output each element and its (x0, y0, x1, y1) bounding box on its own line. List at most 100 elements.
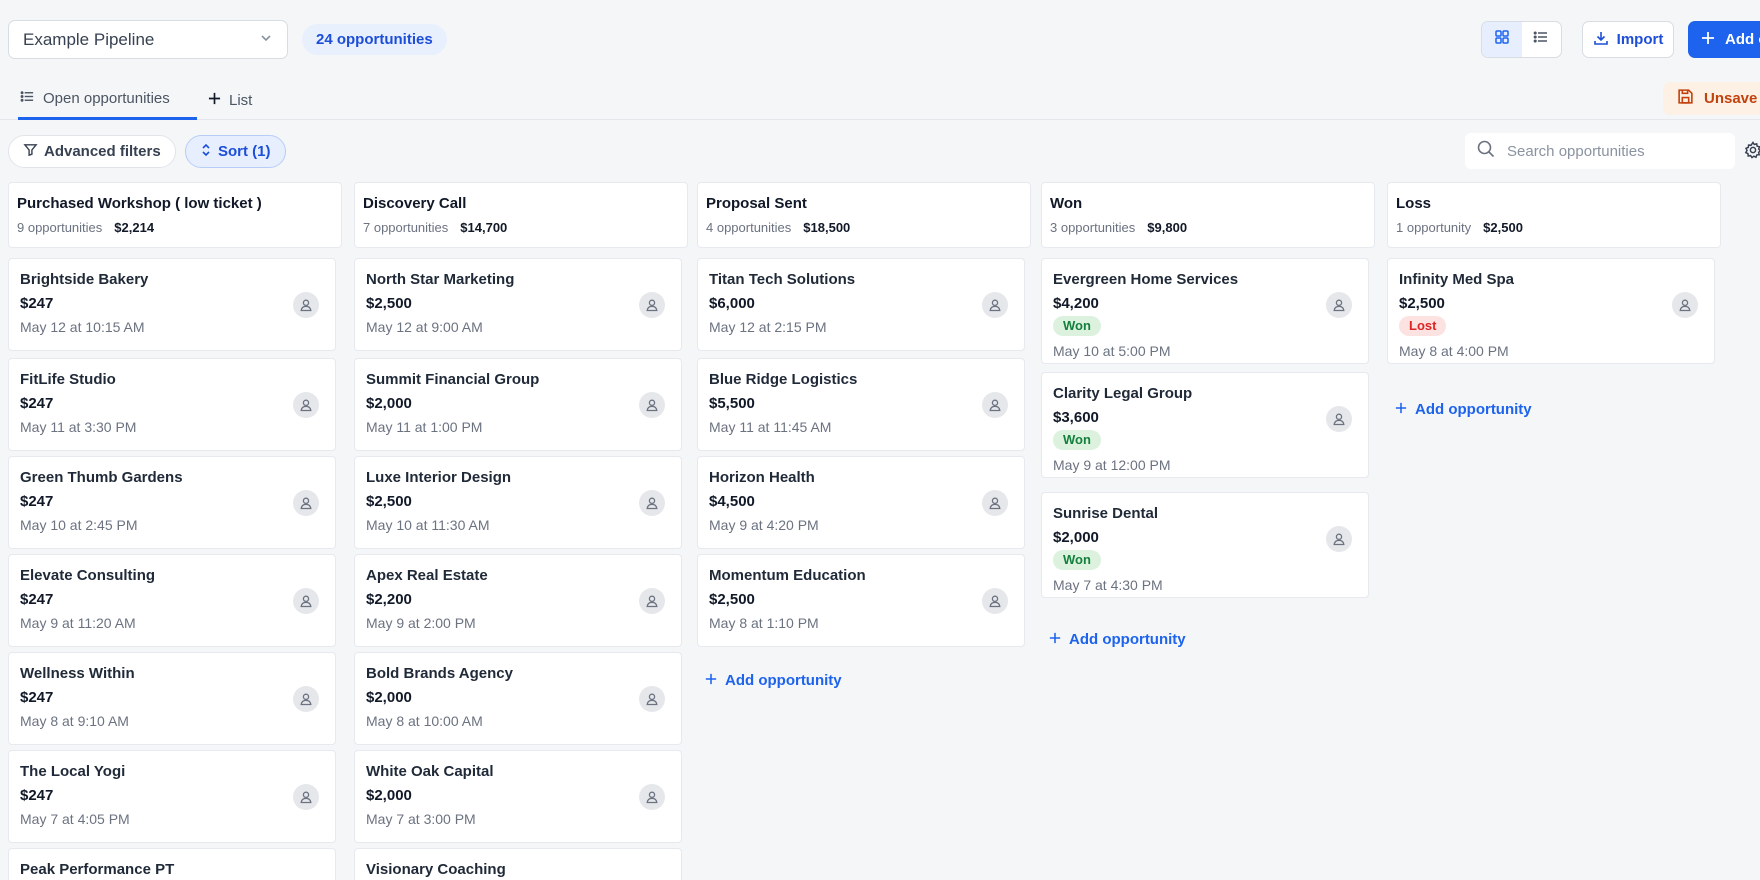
unsaved-changes-button[interactable]: Unsave (1663, 82, 1760, 115)
add-opportunity-link[interactable]: Add opportunity (705, 672, 842, 689)
card-date: May 8 at 9:10 AM (20, 713, 129, 729)
list-view-button[interactable] (1522, 22, 1562, 57)
opportunity-card[interactable]: Green Thumb Gardens $247 May 10 at 2:45 … (8, 456, 336, 549)
assignee-avatar-icon[interactable] (639, 392, 665, 418)
opportunity-card[interactable]: Evergreen Home Services $4,200 Won May 1… (1041, 258, 1369, 364)
add-opportunity-button[interactable]: Add o (1688, 21, 1760, 58)
assignee-avatar-icon[interactable] (1672, 292, 1698, 318)
opportunity-card[interactable]: Blue Ridge Logistics $5,500 May 11 at 11… (697, 358, 1025, 451)
column-count: 9 opportunities (17, 220, 103, 235)
assignee-avatar-icon[interactable] (293, 686, 319, 712)
card-date: May 11 at 3:30 PM (20, 419, 137, 435)
assignee-avatar-icon[interactable] (982, 292, 1008, 318)
card-amount: $2,200 (366, 591, 412, 608)
opportunity-card[interactable]: Momentum Education $2,500 May 8 at 1:10 … (697, 554, 1025, 647)
opportunity-card[interactable]: Sunrise Dental $2,000 Won May 7 at 4:30 … (1041, 492, 1369, 598)
assignee-avatar-icon[interactable] (639, 292, 665, 318)
pipeline-select[interactable]: Example Pipeline (8, 20, 288, 59)
list-icon (1533, 29, 1549, 50)
card-amount: $4,500 (709, 493, 755, 510)
import-button-label: Import (1616, 31, 1664, 48)
tab-add-list[interactable]: List (208, 80, 252, 120)
assignee-avatar-icon[interactable] (293, 588, 319, 614)
plus-icon (1049, 631, 1061, 648)
column-count: 7 opportunities (363, 220, 449, 235)
opportunity-card[interactable]: The Local Yogi $247 May 7 at 4:05 PM (8, 750, 336, 843)
opportunity-card[interactable]: Clarity Legal Group $3,600 Won May 9 at … (1041, 372, 1369, 478)
assignee-avatar-icon[interactable] (982, 588, 1008, 614)
assignee-avatar-icon[interactable] (293, 392, 319, 418)
opportunity-card[interactable]: Brightside Bakery $247 May 12 at 10:15 A… (8, 258, 336, 351)
status-badge: Won (1053, 316, 1101, 336)
opportunity-card[interactable]: White Oak Capital $2,000 May 7 at 3:00 P… (354, 750, 682, 843)
assignee-avatar-icon[interactable] (982, 392, 1008, 418)
card-name: Momentum Education (709, 567, 866, 584)
opportunity-card[interactable]: Summit Financial Group $2,000 May 11 at … (354, 358, 682, 451)
gear-icon[interactable] (1744, 141, 1760, 164)
card-date: May 10 at 11:30 AM (366, 517, 490, 533)
add-opportunity-label: Add opportunity (1415, 401, 1532, 418)
opportunity-card[interactable]: Visionary Coaching (354, 848, 682, 880)
card-date: May 9 at 11:20 AM (20, 615, 136, 631)
assignee-avatar-icon[interactable] (1326, 526, 1352, 552)
plus-icon (705, 672, 717, 689)
add-opportunity-link[interactable]: Add opportunity (1049, 631, 1186, 648)
tab-list-label: List (229, 91, 253, 109)
assignee-avatar-icon[interactable] (293, 784, 319, 810)
card-date: May 7 at 4:05 PM (20, 811, 130, 827)
column-title: Discovery Call (363, 195, 467, 212)
advanced-filters-button[interactable]: Advanced filters (8, 135, 176, 168)
card-amount: $6,000 (709, 295, 755, 312)
card-date: May 8 at 4:00 PM (1399, 343, 1509, 359)
opportunity-card[interactable]: North Star Marketing $2,500 May 12 at 9:… (354, 258, 682, 351)
card-name: Peak Performance PT (20, 861, 175, 878)
card-date: May 9 at 4:20 PM (709, 517, 819, 533)
opportunity-card[interactable]: Elevate Consulting $247 May 9 at 11:20 A… (8, 554, 336, 647)
assignee-avatar-icon[interactable] (639, 784, 665, 810)
card-date: May 10 at 5:00 PM (1053, 343, 1171, 359)
card-amount: $247 (20, 787, 54, 804)
card-amount: $247 (20, 295, 54, 312)
assignee-avatar-icon[interactable] (639, 490, 665, 516)
sort-button[interactable]: Sort (1) (185, 135, 286, 168)
grid-icon (1494, 29, 1510, 50)
assignee-avatar-icon[interactable] (293, 292, 319, 318)
opportunity-card[interactable]: Infinity Med Spa $2,500 Lost May 8 at 4:… (1387, 258, 1715, 364)
opportunity-card[interactable]: FitLife Studio $247 May 11 at 3:30 PM (8, 358, 336, 451)
search-input[interactable] (1507, 142, 1717, 160)
card-date: May 7 at 3:00 PM (366, 811, 476, 827)
card-name: North Star Marketing (366, 271, 515, 288)
opportunity-card[interactable]: Apex Real Estate $2,200 May 9 at 2:00 PM (354, 554, 682, 647)
assignee-avatar-icon[interactable] (1326, 406, 1352, 432)
opportunity-card[interactable]: Titan Tech Solutions $6,000 May 12 at 2:… (697, 258, 1025, 351)
board-view-button[interactable] (1482, 22, 1522, 57)
plus-icon (208, 92, 221, 109)
tab-open-opportunities[interactable]: Open opportunities (18, 80, 197, 120)
card-name: Visionary Coaching (366, 861, 506, 878)
card-amount: $247 (20, 689, 54, 706)
tabs-bar: Open opportunities List (0, 80, 1760, 120)
card-name: FitLife Studio (20, 371, 116, 388)
card-name: Summit Financial Group (366, 371, 540, 388)
search-box (1465, 133, 1735, 169)
assignee-avatar-icon[interactable] (1326, 292, 1352, 318)
assignee-avatar-icon[interactable] (639, 588, 665, 614)
card-date: May 8 at 1:10 PM (709, 615, 819, 631)
pipeline-board: Purchased Workshop ( low ticket ) 9 oppo… (0, 182, 1760, 880)
opportunity-card[interactable]: Luxe Interior Design $2,500 May 10 at 11… (354, 456, 682, 549)
column-header: Proposal Sent 4 opportunities $18,500 (697, 182, 1031, 248)
opportunity-card[interactable]: Bold Brands Agency $2,000 May 8 at 10:00… (354, 652, 682, 745)
assignee-avatar-icon[interactable] (982, 490, 1008, 516)
assignee-avatar-icon[interactable] (639, 686, 665, 712)
opportunity-card[interactable]: Wellness Within $247 May 8 at 9:10 AM (8, 652, 336, 745)
assignee-avatar-icon[interactable] (293, 490, 319, 516)
view-toggle (1481, 21, 1562, 58)
opportunity-card[interactable]: Peak Performance PT (8, 848, 336, 880)
card-date: May 8 at 10:00 AM (366, 713, 483, 729)
status-badge: Won (1053, 430, 1101, 450)
card-date: May 12 at 2:15 PM (709, 319, 827, 335)
opportunity-card[interactable]: Horizon Health $4,500 May 9 at 4:20 PM (697, 456, 1025, 549)
column-header: Won 3 opportunities $9,800 (1041, 182, 1375, 248)
import-button[interactable]: Import (1582, 21, 1674, 58)
add-opportunity-link[interactable]: Add opportunity (1395, 401, 1532, 418)
